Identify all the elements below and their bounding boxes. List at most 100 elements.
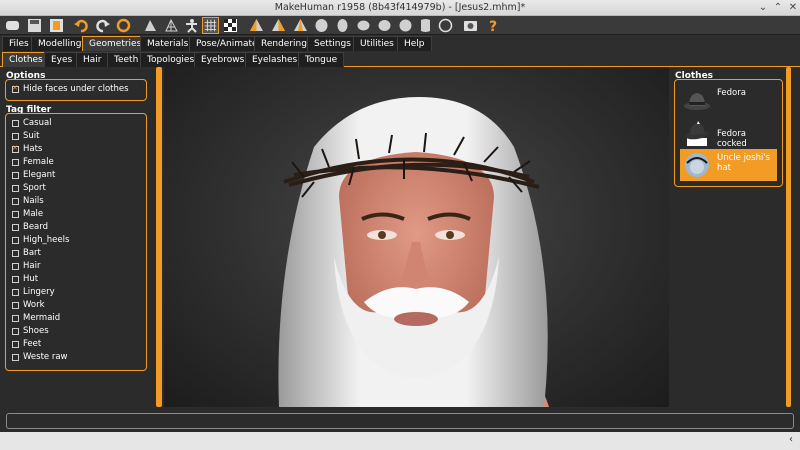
zoom-icon[interactable] <box>417 17 434 34</box>
tag-label: Work <box>23 300 45 310</box>
clothes-item-label: Fedora <box>717 88 746 98</box>
smooth-icon[interactable] <box>142 17 159 34</box>
front-view-icon[interactable] <box>248 17 265 34</box>
window-title: MakeHuman r1958 (8b43f414979b) - [Jesus2… <box>274 2 526 13</box>
clothes-item-label: Uncle joshi's hat <box>717 153 771 173</box>
status-bar <box>6 413 794 429</box>
tag-checkbox-suit[interactable] <box>12 133 19 140</box>
tag-checkbox-hut[interactable] <box>12 276 19 283</box>
back-view-icon[interactable] <box>270 17 287 34</box>
pose-icon[interactable] <box>183 17 200 34</box>
undo-icon[interactable] <box>73 17 90 34</box>
close-icon[interactable]: ✕ <box>786 1 800 14</box>
tag-label: Suit <box>23 131 40 141</box>
subtab-eyes[interactable]: Eyes <box>44 52 80 67</box>
new-file-icon[interactable] <box>4 17 21 34</box>
tag-checkbox-casual[interactable] <box>12 120 19 127</box>
tab-materials[interactable]: Materials <box>140 36 196 51</box>
tag-label: Nails <box>23 196 44 206</box>
tag-label: Hut <box>23 274 39 284</box>
clothes-item-label: Fedora cocked <box>717 129 747 149</box>
scroll-left-icon[interactable]: ‹ <box>784 434 798 448</box>
grid-icon[interactable] <box>202 17 219 34</box>
subtab-topologies[interactable]: Topologies <box>140 52 202 67</box>
tag-label: Lingery <box>23 287 55 297</box>
tag-checkbox-hair[interactable] <box>12 263 19 270</box>
checker-icon[interactable] <box>222 17 239 34</box>
wireframe-icon[interactable] <box>163 17 180 34</box>
tag-label: Sport <box>23 183 46 193</box>
redo-icon[interactable] <box>94 17 111 34</box>
tag-checkbox-elegant[interactable] <box>12 172 19 179</box>
tag-label: Elegant <box>23 170 56 180</box>
subtab-eyelashes[interactable]: Eyelashes <box>245 52 305 67</box>
clothes-item-fedora[interactable]: Fedora <box>680 84 777 116</box>
tab-geometries[interactable]: Geometries <box>82 36 149 51</box>
rotate-icon[interactable] <box>397 17 414 34</box>
tag-label: Female <box>23 157 54 167</box>
subtab-tongue[interactable]: Tongue <box>298 52 345 67</box>
tag-checkbox-mermaid[interactable] <box>12 315 19 322</box>
left-view-icon[interactable] <box>292 17 309 34</box>
3d-viewport[interactable] <box>164 67 669 407</box>
tag-label: Feet <box>23 339 42 349</box>
sub-tab-bar: Clothes Eyes Hair Teeth Topologies Eyebr… <box>0 51 800 67</box>
tab-help[interactable]: Help <box>397 36 432 51</box>
subtab-eyebrows[interactable]: Eyebrows <box>194 52 252 67</box>
reset-icon[interactable] <box>115 17 132 34</box>
toolbar: ? <box>0 16 800 35</box>
bottom-view-icon[interactable] <box>355 17 372 34</box>
tag-label: Weste raw <box>23 352 68 362</box>
tag-label: Mermaid <box>23 313 61 323</box>
tag-label: Hats <box>23 144 43 154</box>
tag-checkbox-hats[interactable] <box>12 144 19 153</box>
clothes-item-fedora-cocked[interactable]: Fedora cocked <box>680 116 777 149</box>
tag-checkbox-beard[interactable] <box>12 224 19 231</box>
tag-label: Casual <box>23 118 52 128</box>
svg-text:?: ? <box>489 19 497 34</box>
tag-label: Beard <box>23 222 49 232</box>
export-icon[interactable] <box>48 17 65 34</box>
reset-camera-icon[interactable] <box>376 17 393 34</box>
tag-checkbox-feet[interactable] <box>12 341 19 348</box>
tag-label: High_heels <box>23 235 70 245</box>
tab-utilities[interactable]: Utilities <box>353 36 401 51</box>
uncle-joshis-hat-icon <box>685 153 709 177</box>
tab-settings[interactable]: Settings <box>307 36 358 51</box>
screenshot-icon[interactable] <box>462 17 479 34</box>
tag-label: Bart <box>23 248 41 258</box>
left-splitter[interactable] <box>156 67 162 407</box>
tag-checkbox-shoes[interactable] <box>12 328 19 335</box>
tag-checkbox-lingery[interactable] <box>12 289 19 296</box>
hide-faces-label: Hide faces under clothes <box>23 84 129 94</box>
orbit-icon[interactable] <box>437 17 454 34</box>
tag-checkbox-work[interactable] <box>12 302 19 309</box>
right-view-icon[interactable] <box>313 17 330 34</box>
bottom-bar: ‹ <box>0 432 800 450</box>
tag-checkbox-weste-raw[interactable] <box>12 354 19 361</box>
tag-checkbox-high-heels[interactable] <box>12 237 19 244</box>
tag-label: Hair <box>23 261 41 271</box>
tab-modelling[interactable]: Modelling <box>31 36 89 51</box>
tag-label: Male <box>23 209 44 219</box>
maximize-icon[interactable]: ⌃ <box>771 1 785 14</box>
main-tab-bar: Files Modelling Geometries Materials Pos… <box>0 35 800 51</box>
subtab-hair[interactable]: Hair <box>76 52 109 67</box>
tab-rendering[interactable]: Rendering <box>254 36 314 51</box>
tag-checkbox-nails[interactable] <box>12 198 19 205</box>
clothes-item-uncle-joshis-hat[interactable]: Uncle joshi's hat <box>680 149 777 181</box>
save-icon[interactable] <box>26 17 43 34</box>
tag-checkbox-female[interactable] <box>12 159 19 166</box>
tag-checkbox-bart[interactable] <box>12 250 19 257</box>
right-splitter[interactable] <box>786 67 791 407</box>
tag-checkbox-male[interactable] <box>12 211 19 218</box>
hide-faces-checkbox[interactable] <box>12 84 19 93</box>
subtab-clothes[interactable]: Clothes <box>2 52 50 67</box>
title-bar: MakeHuman r1958 (8b43f414979b) - [Jesus2… <box>0 0 800 16</box>
help-icon[interactable]: ? <box>484 17 501 34</box>
tag-label: Shoes <box>23 326 49 336</box>
minimize-icon[interactable]: ⌄ <box>756 1 770 14</box>
fedora-cocked-icon <box>685 121 709 146</box>
tag-checkbox-sport[interactable] <box>12 185 19 192</box>
top-view-icon[interactable] <box>334 17 351 34</box>
